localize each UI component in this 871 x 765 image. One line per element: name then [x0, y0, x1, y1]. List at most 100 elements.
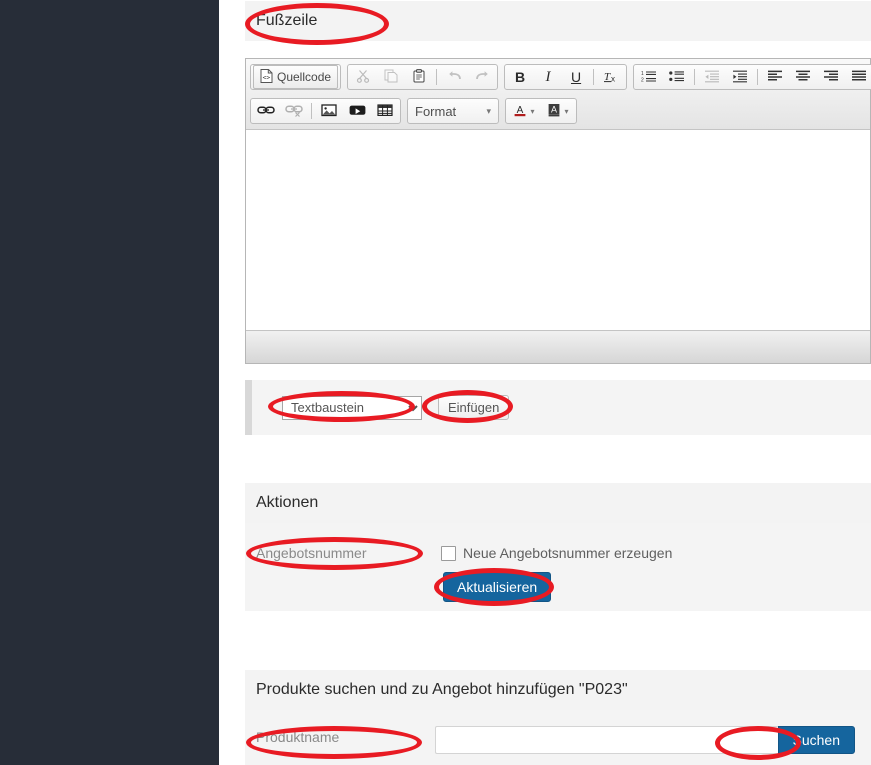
unlink-button[interactable]	[281, 99, 307, 123]
format-dropdown-label: Format	[415, 103, 457, 119]
indent-button[interactable]	[727, 65, 753, 89]
indent-icon	[732, 69, 748, 85]
remove-format-button[interactable]: Tx	[598, 65, 624, 89]
bg-color-button[interactable]: A ▾	[542, 99, 574, 123]
product-search-input-group: Suchen	[435, 726, 855, 754]
chevron-down-icon: ▾	[530, 106, 535, 116]
new-offer-number-label: Neue Angebotsnummer erzeugen	[463, 545, 673, 561]
toolbar-group-document: <> Quellcode	[250, 64, 342, 90]
copy-button[interactable]	[378, 65, 404, 89]
editor-toolbar-row-2: Format ▾ A ▾ A ▾	[250, 97, 867, 125]
cut-icon	[356, 69, 370, 85]
link-button[interactable]	[253, 99, 279, 123]
italic-button[interactable]: I	[535, 65, 561, 89]
table-icon	[377, 103, 393, 119]
section-title-fusszeile: Fußzeile	[256, 12, 318, 29]
new-offer-number-checkbox-row[interactable]: Neue Angebotsnummer erzeugen	[441, 545, 672, 561]
chevron-down-icon: ▾	[564, 106, 569, 116]
toolbar-separator	[757, 69, 759, 85]
bg-color-icon: A	[547, 103, 561, 119]
snippet-panel: Textbaustein Einfügen	[245, 380, 871, 435]
align-right-button[interactable]	[818, 65, 844, 89]
svg-text:2: 2	[641, 78, 644, 83]
editor-content-area[interactable]	[246, 130, 870, 330]
toolbar-group-links	[250, 98, 401, 124]
section-title-aktionen: Aktionen	[256, 494, 319, 511]
video-button[interactable]	[344, 99, 370, 123]
redo-button[interactable]	[469, 65, 495, 89]
undo-icon	[447, 69, 462, 85]
paste-button[interactable]	[406, 65, 432, 89]
align-left-button[interactable]	[762, 65, 788, 89]
toolbar-separator	[694, 69, 696, 85]
numbered-list-button[interactable]: 12	[636, 65, 662, 89]
align-center-icon	[795, 69, 811, 85]
underline-button[interactable]: U	[563, 65, 589, 89]
main-content: Fußzeile <> Quellcode B I U T x 1 2 Form…	[245, 0, 871, 765]
video-icon	[349, 103, 366, 119]
toolbar-separator	[311, 103, 312, 119]
svg-text:1: 1	[641, 71, 644, 77]
bulleted-list-icon	[669, 69, 685, 85]
toolbar-group-colors: A ▾ A ▾	[505, 98, 577, 124]
svg-text:<>: <>	[263, 74, 271, 81]
editor-toolbar-row-1: <> Quellcode B I U T x 1 2	[250, 63, 871, 91]
editor-toolbar: <> Quellcode B I U T x 1 2 Format ▾ A ▾ …	[246, 59, 871, 130]
source-code-label: Quellcode	[277, 70, 332, 84]
section-header-fusszeile: Fußzeile	[245, 1, 871, 41]
svg-text:x: x	[611, 74, 615, 83]
toolbar-group-basicstyles: B I U Tx	[504, 64, 628, 90]
product-search-input[interactable]	[435, 726, 778, 754]
rich-text-editor: <> Quellcode B I U T x 1 2 Format ▾ A ▾ …	[245, 58, 871, 364]
align-right-icon	[823, 69, 839, 85]
actions-form-body: Angebotsnummer Neue Angebotsnummer erzeu…	[245, 523, 871, 611]
table-button[interactable]	[372, 99, 398, 123]
new-offer-number-checkbox[interactable]	[441, 545, 456, 561]
remove-format-icon: Tx	[603, 69, 619, 85]
cut-button[interactable]	[350, 65, 376, 89]
align-justify-icon	[851, 69, 867, 85]
section-title-produkte-suchen: Produkte suchen und zu Angebot hinzufüge…	[256, 681, 628, 698]
section-header-aktionen: Aktionen	[245, 483, 871, 523]
search-button[interactable]: Suchen	[777, 726, 855, 754]
underline-icon: U	[570, 69, 582, 85]
toolbar-group-clipboard	[347, 64, 499, 90]
undo-button[interactable]	[441, 65, 467, 89]
offer-number-label: Angebotsnummer	[256, 545, 367, 561]
image-icon	[321, 103, 337, 119]
toolbar-separator	[593, 69, 595, 85]
source-icon: <>	[260, 69, 273, 85]
redo-icon	[475, 69, 490, 85]
toolbar-group-paragraph: 12	[633, 64, 871, 90]
italic-icon: I	[545, 68, 551, 85]
bold-button[interactable]: B	[507, 65, 533, 89]
copy-icon	[384, 69, 398, 85]
sidebar	[0, 0, 219, 765]
outdent-button[interactable]	[699, 65, 725, 89]
outdent-icon	[704, 69, 720, 85]
align-justify-button[interactable]	[846, 65, 871, 89]
chevron-down-icon: ▾	[486, 105, 491, 116]
text-color-icon: A	[513, 103, 527, 119]
bold-icon: B	[514, 69, 526, 85]
unlink-icon	[285, 103, 303, 119]
align-left-icon	[767, 69, 783, 85]
source-code-button[interactable]: <> Quellcode	[253, 65, 339, 89]
link-icon	[257, 103, 275, 119]
snippet-select[interactable]: Textbaustein	[282, 395, 422, 420]
editor-status-bar	[246, 330, 870, 363]
product-search-body: Produktname Suchen	[245, 710, 871, 765]
align-center-button[interactable]	[790, 65, 816, 89]
update-button[interactable]: Aktualisieren	[443, 572, 552, 602]
toolbar-separator	[436, 69, 438, 85]
svg-text:A: A	[551, 105, 557, 115]
text-color-button[interactable]: A ▾	[508, 99, 540, 123]
image-button[interactable]	[316, 99, 342, 123]
page-root: Fußzeile <> Quellcode B I U T x 1 2 Form…	[0, 0, 871, 765]
paste-icon	[412, 69, 426, 85]
insert-snippet-button[interactable]: Einfügen	[438, 395, 510, 420]
format-dropdown[interactable]: Format ▾	[407, 98, 499, 124]
bulleted-list-button[interactable]	[664, 65, 690, 89]
numbered-list-icon: 12	[641, 69, 657, 85]
product-name-label: Produktname	[256, 729, 340, 745]
